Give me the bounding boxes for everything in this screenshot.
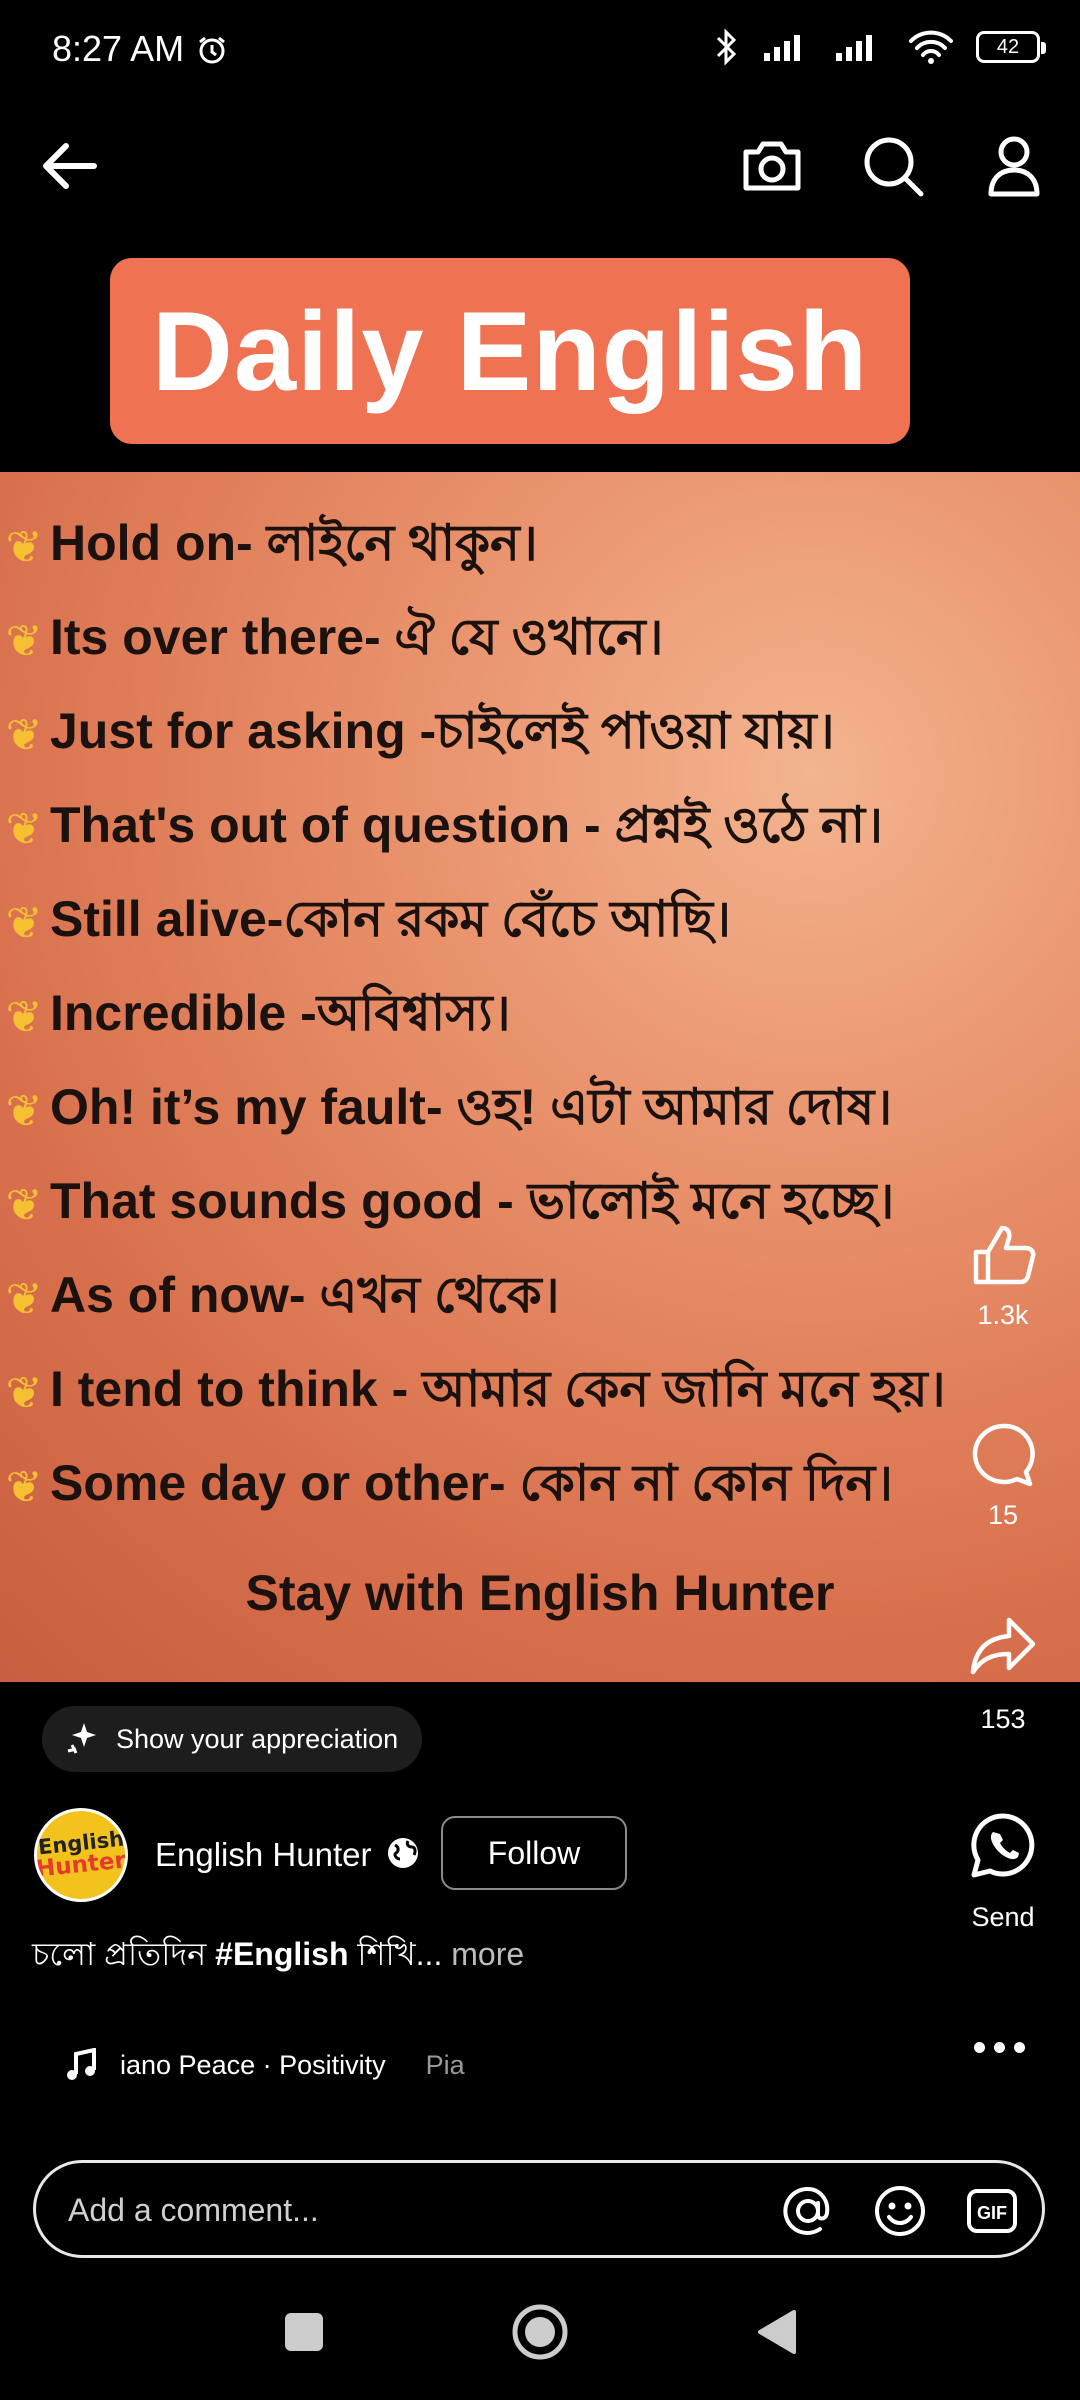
follow-button[interactable]: Follow	[441, 1816, 627, 1890]
music-track: iano Peace · Positivity	[120, 2049, 386, 2080]
whatsapp-icon	[971, 1813, 1035, 1878]
phrase-item: ❦ Hold on- লাইনে থাকুন।	[0, 500, 1080, 594]
more-link[interactable]: more	[451, 1936, 524, 1972]
wheat-icon: ❦	[5, 1180, 43, 1230]
music-note-icon	[67, 2048, 96, 2080]
post-banner: Daily English	[110, 258, 910, 444]
globe-icon	[386, 1836, 420, 1875]
square-icon	[285, 2313, 323, 2351]
phrase-list: ❦ Hold on- লাইনে থাকুন। ❦ Its over there- …	[0, 500, 1080, 1534]
gif-icon[interactable]: GIF	[964, 2183, 1020, 2239]
share-count: 153	[980, 1704, 1026, 1734]
back-button[interactable]	[28, 126, 108, 206]
wheat-icon: ❦	[5, 710, 43, 760]
phrase-item: ❦ Just for asking -চাইলেই পাওয়া যায়।	[0, 688, 1080, 782]
send-label: Send	[971, 1902, 1035, 1932]
like-icon	[973, 1225, 1036, 1285]
like-count: 1.3k	[977, 1300, 1029, 1330]
comment-count: 15	[987, 1500, 1019, 1530]
wheat-icon: ❦	[5, 992, 43, 1042]
profile-button[interactable]	[974, 126, 1054, 206]
post-caption[interactable]: চলো প্রতিদিন #English শিখি... more	[32, 1929, 524, 1983]
appreciation-button[interactable]: Show your appreciation	[42, 1706, 423, 1772]
comment-input[interactable]	[66, 2163, 770, 2257]
signal-icon	[764, 35, 800, 61]
search-icon	[864, 137, 924, 197]
phrase-item: ❦ Oh! it’s my fault- ওহ! এটা আমার দোষ।	[0, 1064, 1080, 1158]
sparkle-hand-icon	[67, 1723, 96, 1754]
phrase-item: ❦ Still alive-কোন রকম বেঁচে আছি।	[0, 876, 1080, 970]
search-button[interactable]	[853, 126, 933, 206]
appreciation-label: Show your appreciation	[116, 1723, 399, 1754]
wheat-icon: ❦	[5, 616, 43, 666]
comment-icon	[972, 1423, 1035, 1487]
share-button[interactable]: 153	[943, 1616, 1063, 1735]
recents-button[interactable]	[272, 2300, 336, 2364]
more-button[interactable]	[974, 2032, 1034, 2062]
phrase-item: ❦ Some day or other- কোন না কোন দিন।	[0, 1440, 1080, 1534]
comment-bar: GIF	[33, 2160, 1045, 2258]
wheat-icon: ❦	[5, 1368, 43, 1418]
profile-icon	[988, 136, 1040, 197]
post-footer-text: Stay with English Hunter	[245, 1565, 835, 1621]
mention-icon[interactable]	[780, 2183, 836, 2239]
status-icons: 42	[712, 28, 1046, 66]
signal-icon-2	[836, 35, 872, 61]
author-name[interactable]: English Hunter	[155, 1836, 371, 1874]
wheat-icon: ❦	[5, 898, 43, 948]
music-ticker[interactable]: iano Peace · Positivity Pia	[66, 2048, 465, 2082]
emoji-icon[interactable]	[872, 2183, 928, 2239]
avatar[interactable]: English Hunter	[34, 1808, 128, 1902]
status-time: 8:27 AM	[52, 28, 185, 69]
wheat-icon: ❦	[5, 1086, 43, 1136]
post-image[interactable]: ❦ Hold on- লাইনে থাকুন। ❦ Its over there- …	[0, 472, 1080, 1682]
more-icon	[974, 2041, 1025, 2053]
system-back-button[interactable]	[744, 2300, 808, 2364]
like-button[interactable]: 1.3k	[943, 1222, 1063, 1331]
wheat-icon: ❦	[5, 1274, 43, 1324]
bluetooth-icon	[716, 28, 737, 66]
phrase-item: ❦ I tend to think - আমার কেন জানি মনে হয়…	[0, 1346, 1080, 1440]
wheat-icon: ❦	[5, 522, 43, 572]
wifi-icon	[909, 30, 953, 64]
camera-button[interactable]	[732, 126, 812, 206]
alarm-icon	[196, 34, 228, 71]
phrase-item: ❦ That's out of question - প্রশ্নই ওঠে না…	[0, 782, 1080, 876]
wheat-icon: ❦	[5, 1462, 43, 1512]
home-button[interactable]	[508, 2300, 572, 2364]
battery-indicator: 42	[976, 31, 1046, 63]
wheat-icon: ❦	[5, 804, 43, 854]
phrase-item: ❦ Incredible -অবিশ্বাস্য।	[0, 970, 1080, 1064]
phrase-item: ❦ Its over there- ঐ যে ওখানে।	[0, 594, 1080, 688]
comment-button[interactable]: 15	[943, 1422, 1063, 1531]
music-track-next: Pia	[425, 2049, 465, 2080]
svg-text:GIF: GIF	[977, 2203, 1007, 2223]
hashtag-link[interactable]: #English	[215, 1936, 348, 1972]
home-circle-icon	[512, 2304, 568, 2360]
phrase-item: ❦ As of now- এখন থেকে।	[0, 1252, 1080, 1346]
whatsapp-send-button[interactable]: Send	[943, 1812, 1063, 1933]
share-icon	[970, 1617, 1036, 1675]
phrase-item: ❦ That sounds good - ভালোই মনে হচ্ছে।	[0, 1158, 1080, 1252]
triangle-back-icon	[758, 2310, 796, 2354]
back-arrow-icon	[43, 143, 97, 189]
banner-title: Daily English	[151, 288, 869, 414]
camera-icon	[743, 141, 801, 191]
